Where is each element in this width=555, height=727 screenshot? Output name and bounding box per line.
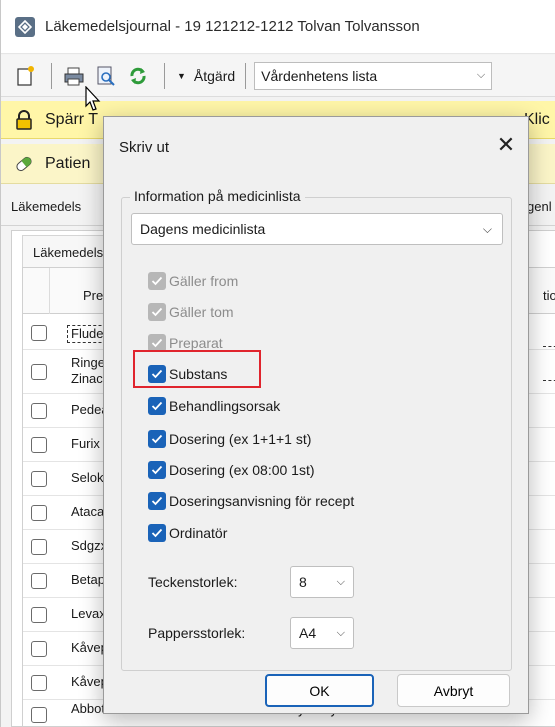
list-selector-value: Vårdenhetens lista (261, 67, 378, 84)
option-label: Preparat (169, 335, 223, 351)
option-label: Ordinatör (169, 525, 228, 541)
pill-icon (13, 153, 35, 175)
row-checkbox[interactable] (31, 403, 47, 419)
medication-list-select[interactable]: Dagens medicinlista ⌵ (131, 213, 503, 245)
option-label: Gäller tom (169, 304, 234, 320)
paper-size-select[interactable]: A4 ⌵ (290, 617, 354, 649)
highlight-box (133, 350, 261, 388)
selection-dashline (543, 346, 555, 347)
app-logo-icon (15, 16, 35, 37)
font-size-label: Teckenstorlek: (148, 574, 238, 590)
option-label: Behandlingsorsak (169, 398, 281, 414)
patient-banner-text: Patien (45, 154, 91, 172)
row-checkbox[interactable] (31, 675, 47, 691)
mouse-pointer-icon (85, 86, 101, 111)
group-label: Information på medicinlista (130, 188, 305, 204)
refresh-icon (130, 67, 146, 84)
toolbar-separator (245, 62, 247, 89)
option-dosering-ex-08-00-1st[interactable]: Dosering (ex 08:00 1st) (148, 459, 315, 481)
printer-icon (64, 67, 84, 85)
row-checkbox[interactable] (31, 325, 47, 341)
dropdown-triangle-icon: ▼ (177, 70, 186, 81)
row-checkbox[interactable] (31, 707, 47, 723)
lock-banner-text: Spärr T (45, 110, 99, 128)
refresh-button[interactable] (124, 62, 152, 90)
print-button[interactable] (60, 62, 88, 90)
option-behandlingsorsak[interactable]: Behandlingsorsak (148, 395, 280, 417)
row-checkbox[interactable] (31, 641, 47, 657)
new-document-icon (17, 65, 34, 86)
checkbox-checked-icon[interactable] (148, 492, 166, 510)
medication-list-value: Dagens medicinlista (140, 221, 266, 237)
selection-dashline (543, 380, 555, 381)
option-label: Dosering (ex 08:00 1st) (169, 462, 315, 478)
cancel-button[interactable]: Avbryt (397, 674, 510, 707)
paper-size-label: Pappersstorlek: (148, 625, 246, 641)
chevron-down-icon: ⌵ (482, 221, 492, 236)
checkbox-checked-icon[interactable] (148, 430, 166, 448)
checkbox-checked-icon[interactable] (148, 461, 166, 479)
row-preparat: Sdgzx (71, 538, 108, 553)
header-right[interactable]: tion (543, 288, 555, 303)
option-label: Gäller from (169, 273, 239, 289)
checkbox-checked-icon[interactable] (148, 397, 166, 415)
window-title: Läkemedelsjournal - 19 121212-1212 Tolva… (45, 18, 420, 35)
option-doseringsanvisning-för-recept[interactable]: Doseringsanvisning för recept (148, 490, 354, 512)
checkbox-checked-icon[interactable] (148, 524, 166, 542)
chevron-down-icon: ⌵ (336, 626, 345, 639)
option-ordinatör[interactable]: Ordinatör (148, 522, 227, 544)
row-preparat: Betap (71, 572, 105, 587)
option-gäller-tom: Gäller tom (148, 301, 234, 323)
paper-size-value: A4 (299, 625, 317, 641)
option-gäller-from: Gäller from (148, 270, 238, 292)
tab-medications[interactable]: Läkemedels (11, 199, 81, 214)
print-dialog: Skriv ut ✕ Information på medicinlista D… (103, 116, 529, 714)
dialog-title: Skriv ut (119, 139, 170, 156)
font-size-select[interactable]: 8 ⌵ (290, 566, 354, 598)
row-checkbox[interactable] (31, 437, 47, 453)
close-icon[interactable]: ✕ (492, 132, 520, 160)
title-bar: Läkemedelsjournal - 19 121212-1212 Tolva… (1, 0, 555, 54)
option-dosering-ex-1-1-1-st[interactable]: Dosering (ex 1+1+1 st) (148, 428, 311, 450)
action-menu-label: Åtgärd (193, 67, 236, 84)
option-label: Doseringsanvisning för recept (169, 493, 355, 509)
tab-right[interactable]: genl (527, 199, 552, 214)
row-checkbox[interactable] (31, 573, 47, 589)
checkbox-checked-icon (148, 272, 166, 290)
header-divider (49, 268, 50, 314)
row-preparat: Levax (71, 606, 106, 621)
toolbar-separator (51, 62, 52, 89)
ok-button[interactable]: OK (265, 674, 374, 707)
row-checkbox[interactable] (31, 607, 47, 623)
list-selector[interactable]: Vårdenhetens lista ⌵ (254, 61, 493, 90)
action-menu[interactable]: ▼ Åtgärd (177, 68, 235, 84)
lock-icon (13, 109, 35, 131)
row-checkbox[interactable] (31, 471, 47, 487)
toolbar-separator (164, 62, 165, 89)
chevron-down-icon: ⌵ (336, 575, 345, 588)
row-checkbox[interactable] (31, 539, 47, 555)
new-document-button[interactable] (11, 62, 39, 90)
row-checkbox[interactable] (31, 505, 47, 521)
checkbox-checked-icon (148, 303, 166, 321)
row-checkbox[interactable] (31, 364, 47, 380)
chevron-down-icon: ⌵ (476, 69, 486, 81)
print-preview-icon (97, 66, 115, 86)
option-label: Dosering (ex 1+1+1 st) (169, 431, 312, 447)
font-size-value: 8 (299, 574, 307, 590)
row-preparat: Furix (71, 436, 100, 451)
